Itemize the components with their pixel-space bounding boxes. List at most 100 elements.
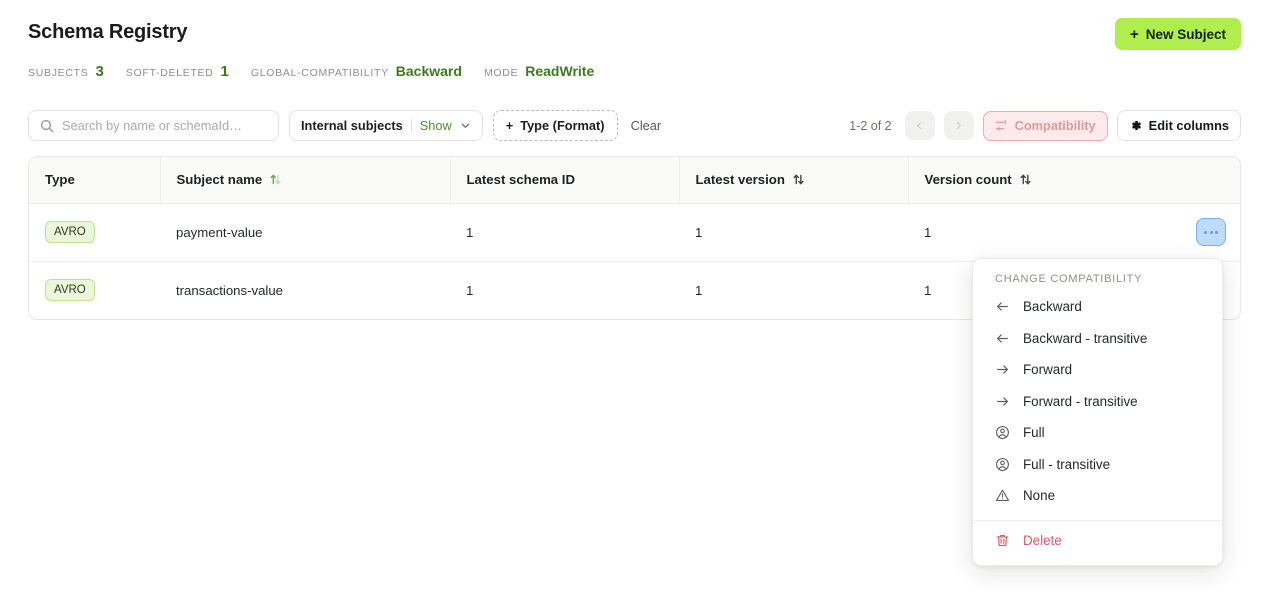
column-header-latest-version-label: Latest version (695, 172, 785, 188)
column-header-latest-schema-id[interactable]: Latest schema ID (450, 157, 680, 204)
menu-item-none[interactable]: None (973, 480, 1222, 512)
sliders-icon (995, 119, 1008, 132)
search-box[interactable] (28, 110, 279, 141)
trash-icon (995, 533, 1010, 548)
arrow-right-icon (995, 362, 1010, 377)
column-header-type-label: Type (45, 172, 75, 188)
cell-latest-schema-id: 1 (450, 261, 679, 319)
stat-soft-deleted-label: SOFT-DELETED (125, 67, 214, 79)
menu-item-label: Forward - transitive (1023, 393, 1138, 409)
version-count-value: 1 (924, 282, 932, 298)
table-header-row: Type Subject name Latest schema ID Lates… (29, 157, 1240, 204)
new-subject-label: New Subject (1145, 26, 1226, 42)
search-input[interactable] (62, 118, 267, 133)
menu-item-backward[interactable]: Backward (973, 291, 1222, 323)
menu-divider (973, 519, 1222, 521)
internal-subjects-filter[interactable]: Internal subjects Show (289, 110, 483, 141)
menu-item-label: Full (1023, 425, 1045, 441)
user-circle-icon (995, 457, 1010, 472)
page-title: Schema Registry (28, 21, 188, 43)
arrow-right-icon (995, 394, 1010, 409)
column-header-version-count[interactable]: Version count (908, 157, 1240, 204)
stat-soft-deleted-value: 1 (220, 63, 229, 80)
new-subject-button[interactable]: + New Subject (1114, 18, 1241, 50)
stat-global-compatibility: GLOBAL-COMPATIBILITY Backward (251, 63, 462, 79)
user-circle-icon (995, 425, 1010, 440)
chevron-right-icon (953, 120, 964, 131)
table-row[interactable]: AVRO payment-value 1 1 1 (29, 203, 1240, 262)
column-header-subject-name[interactable]: Subject name (160, 157, 451, 204)
sort-ascending-icon[interactable] (269, 173, 282, 186)
menu-item-full[interactable]: Full (973, 417, 1222, 449)
warning-triangle-icon (995, 488, 1010, 503)
stat-mode-label: MODE (483, 67, 519, 79)
menu-item-label: Forward (1023, 362, 1073, 378)
menu-title: CHANGE COMPATIBILITY (995, 273, 1143, 285)
gear-icon (1129, 119, 1142, 132)
sort-icon[interactable] (1019, 173, 1032, 186)
edit-columns-label: Edit columns (1148, 118, 1229, 133)
menu-item-delete[interactable]: Delete (973, 525, 1222, 557)
ellipsis-icon (1204, 230, 1218, 234)
divider (410, 118, 412, 133)
stat-global-compatibility-label: GLOBAL-COMPATIBILITY (250, 67, 389, 79)
search-icon (40, 119, 54, 133)
stat-mode-value: ReadWrite (525, 63, 595, 79)
edit-columns-button[interactable]: Edit columns (1116, 110, 1241, 141)
menu-item-label: Backward (1023, 299, 1082, 315)
menu-item-forward[interactable]: Forward (973, 354, 1222, 386)
toolbar: Internal subjects Show + Type (Format) C… (28, 110, 1241, 142)
type-badge: AVRO (45, 279, 95, 302)
internal-subjects-label: Internal subjects (301, 118, 403, 133)
cell-type: AVRO (29, 261, 160, 319)
compatibility-label: Compatibility (1014, 118, 1096, 133)
schema-registry-page: Schema Registry SUBJECTS 3 SOFT-DELETED … (0, 0, 1269, 602)
menu-item-label: Full - transitive (1023, 456, 1111, 472)
plus-icon: + (1129, 25, 1139, 43)
sort-icon[interactable] (792, 173, 805, 186)
toolbar-right: 1-2 of 2 Compatibility Edit columns (849, 110, 1241, 141)
menu-item-forward-transitive[interactable]: Forward - transitive (973, 386, 1222, 418)
version-count-value: 1 (924, 224, 932, 240)
arrow-left-icon (995, 331, 1010, 346)
row-actions-menu-button[interactable] (1196, 218, 1226, 246)
stat-global-compatibility-value: Backward (395, 63, 462, 79)
chevron-down-icon (460, 120, 471, 131)
stat-subjects-label: SUBJECTS (28, 67, 89, 79)
cell-latest-schema-id: 1 (450, 203, 679, 262)
change-compatibility-menu: CHANGE COMPATIBILITY Backward Backward -… (972, 258, 1223, 566)
toolbar-left: Internal subjects Show + Type (Format) C… (28, 110, 661, 141)
stat-subjects: SUBJECTS 3 (28, 63, 104, 80)
stat-soft-deleted: SOFT-DELETED 1 (126, 63, 229, 80)
menu-item-full-transitive[interactable]: Full - transitive (973, 449, 1222, 481)
stats-row: SUBJECTS 3 SOFT-DELETED 1 GLOBAL-COMPATI… (28, 63, 1241, 80)
cell-subject-name[interactable]: payment-value (160, 203, 450, 262)
stat-mode: MODE ReadWrite (484, 63, 594, 79)
cell-subject-name[interactable]: transactions-value (160, 261, 450, 319)
pagination-range: 1-2 of 2 (849, 118, 892, 133)
stat-subjects-value: 3 (95, 63, 104, 80)
chevron-left-icon (914, 120, 925, 131)
menu-item-label: Delete (1023, 532, 1062, 548)
menu-item-label: Backward - transitive (1023, 330, 1148, 346)
previous-page-button[interactable] (904, 111, 935, 140)
internal-subjects-state: Show (419, 118, 452, 133)
clear-filters-link[interactable]: Clear (631, 118, 662, 133)
column-header-version-count-label: Version count (924, 172, 1012, 188)
type-format-filter-button[interactable]: + Type (Format) (492, 110, 618, 141)
column-header-latest-schema-id-label: Latest schema ID (466, 172, 575, 188)
menu-item-label: None (1023, 488, 1056, 504)
compatibility-filter-button[interactable]: Compatibility (982, 110, 1108, 141)
column-header-latest-version[interactable]: Latest version (679, 157, 909, 204)
arrow-left-icon (995, 299, 1010, 314)
next-page-button[interactable] (943, 111, 974, 140)
page-header: Schema Registry SUBJECTS 3 SOFT-DELETED … (28, 18, 1241, 80)
column-header-subject-name-label: Subject name (176, 172, 263, 188)
menu-item-backward-transitive[interactable]: Backward - transitive (973, 323, 1222, 355)
cell-type: AVRO (29, 203, 160, 262)
plus-icon: + (505, 118, 514, 133)
cell-version-count: 1 (908, 203, 1240, 262)
type-badge: AVRO (45, 221, 95, 243)
column-header-type[interactable]: Type (29, 157, 161, 204)
cell-latest-version: 1 (679, 261, 908, 319)
